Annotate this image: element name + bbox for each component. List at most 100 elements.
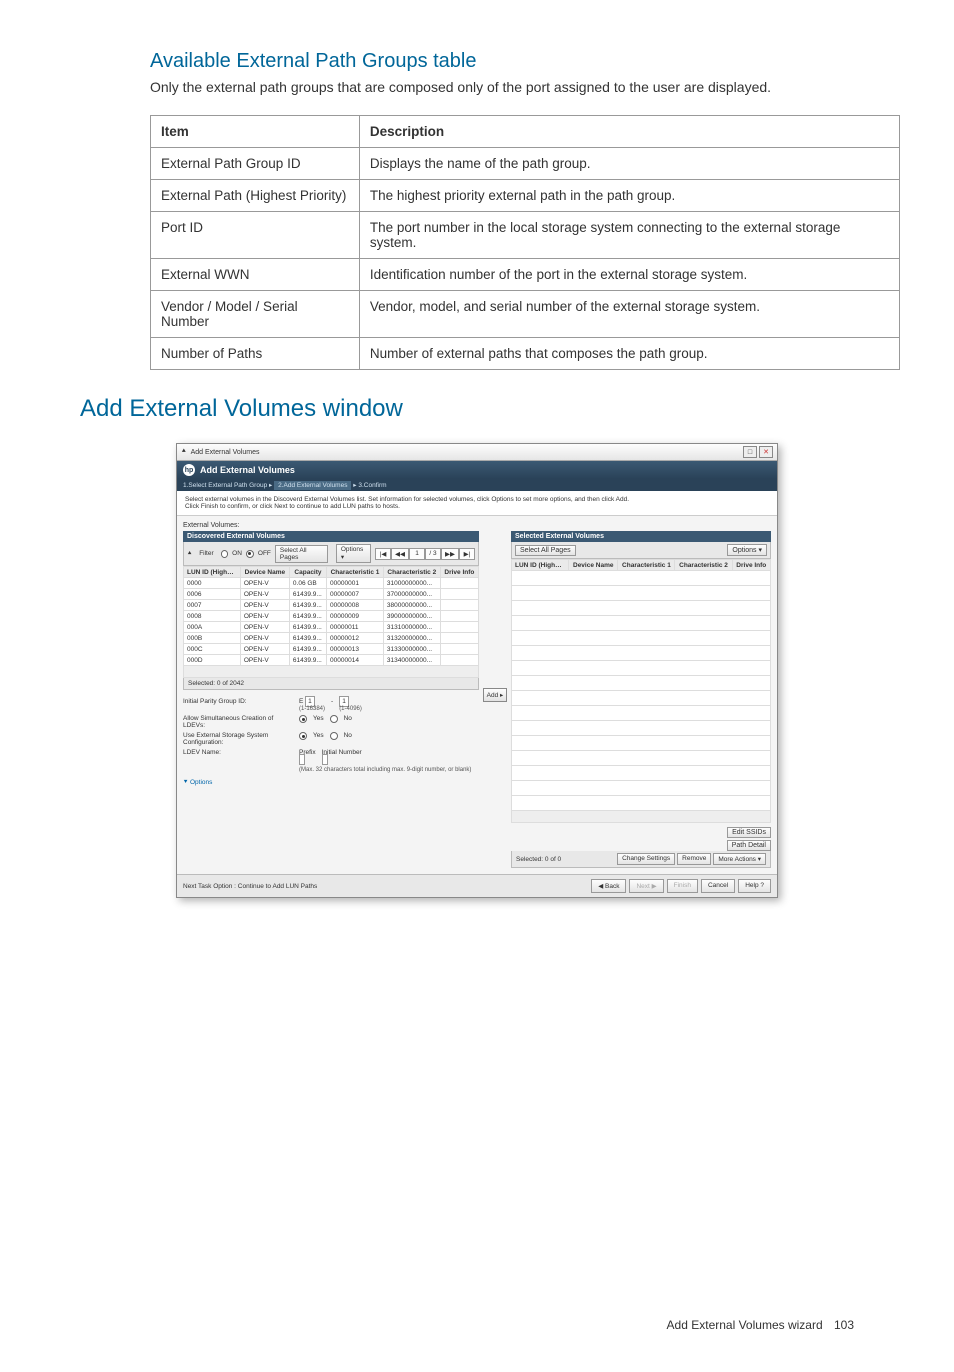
pager-next[interactable]: ▶▶	[441, 548, 459, 560]
grid-column-header[interactable]: Characteristic 1	[327, 567, 384, 578]
grid-row[interactable]: 0006OPEN-V61439.9...0000000737000000000.…	[184, 589, 479, 600]
add-button[interactable]: Add ▸	[483, 688, 507, 702]
grid-cell: OPEN-V	[240, 633, 289, 644]
grid-column-header[interactable]: Device Name	[569, 560, 618, 571]
remove-button[interactable]: Remove	[677, 853, 711, 865]
grid-cell: 0006	[184, 589, 241, 600]
grid-cell: 0008	[184, 611, 241, 622]
more-actions-button[interactable]: More Actions ▾	[713, 853, 766, 865]
grid-column-header[interactable]: Capacity	[289, 567, 326, 578]
pager-current[interactable]: 1	[409, 548, 425, 560]
options-expand-link[interactable]: ⯆ Options	[183, 779, 479, 787]
table-row: External WWNIdentification number of the…	[151, 259, 900, 291]
grid-column-header[interactable]: Characteristic 2	[675, 560, 732, 571]
grid-empty-row	[512, 721, 771, 736]
table-cell: Displays the name of the path group.	[359, 148, 899, 180]
simultaneous-no-radio[interactable]	[330, 715, 338, 723]
grid-row[interactable]: 0007OPEN-V61439.9...0000000838000000000.…	[184, 600, 479, 611]
grid-cell: 000A	[184, 622, 241, 633]
use-ext-no: No	[344, 732, 352, 739]
table-cell: External Path (Highest Priority)	[151, 180, 360, 212]
grid-column-header[interactable]: Characteristic 2	[383, 567, 440, 578]
horizontal-scrollbar[interactable]	[512, 811, 771, 823]
options-button[interactable]: Options ▾	[336, 544, 371, 563]
grid-cell: 61439.9...	[289, 644, 326, 655]
grid-column-header[interactable]: Device Name	[240, 567, 289, 578]
pager-total: / 3	[425, 548, 441, 560]
pager-prev[interactable]: ◀◀	[391, 548, 409, 560]
path-detail-button[interactable]: Path Detail	[727, 840, 771, 851]
use-ext-yes-radio[interactable]	[299, 732, 307, 740]
grid-cell	[440, 611, 478, 622]
ldev-prefix-input[interactable]	[299, 754, 305, 765]
grid-row[interactable]: 0000OPEN-V0.06 GB0000000131000000000...	[184, 578, 479, 589]
grid-cell: 37000000000...	[383, 589, 440, 600]
grid-cell: 31330000000...	[383, 644, 440, 655]
close-button[interactable]: ✕	[759, 446, 773, 458]
back-button[interactable]: ◀ Back	[591, 879, 626, 893]
ldev-initnum-label: Initial Number	[322, 749, 362, 756]
grid-row[interactable]: 000BOPEN-V61439.9...0000001231320000000.…	[184, 633, 479, 644]
grid-row[interactable]: 0008OPEN-V61439.9...0000000939000000000.…	[184, 611, 479, 622]
grid-cell: 61439.9...	[289, 622, 326, 633]
grid-row[interactable]: 000AOPEN-V61439.9...0000001131310000000.…	[184, 622, 479, 633]
right-select-all-pages[interactable]: Select All Pages	[515, 545, 576, 556]
use-ext-yes: Yes	[313, 732, 324, 739]
grid-column-header[interactable]: LUN ID (Highest Priority)	[184, 567, 241, 578]
table-cell: Identification number of the port in the…	[359, 259, 899, 291]
simultaneous-yes-radio[interactable]	[299, 715, 307, 723]
change-settings-button[interactable]: Change Settings	[617, 853, 675, 865]
help-button[interactable]: Help ?	[738, 879, 771, 893]
grid-cell	[440, 600, 478, 611]
grid-cell: 000C	[184, 644, 241, 655]
selected-volumes-grid: LUN ID (Highest Priority)Device NameChar…	[511, 559, 771, 823]
grid-cell: 61439.9...	[289, 600, 326, 611]
filter-on-radio[interactable]	[221, 550, 228, 558]
dialog-title: Add External Volumes	[200, 465, 295, 475]
grid-empty-row	[512, 661, 771, 676]
grid-column-header[interactable]: Drive Info	[732, 560, 770, 571]
grid-column-header[interactable]: LUN ID (Highest Priority)	[512, 560, 569, 571]
select-all-pages-button[interactable]: Select All Pages	[275, 545, 328, 563]
grid-column-header[interactable]: Characteristic 1	[618, 560, 675, 571]
ldev-name-label: LDEV Name:	[183, 749, 293, 756]
right-options-button[interactable]: Options ▾	[727, 544, 767, 556]
ldev-initnum-input[interactable]	[322, 754, 328, 765]
filter-off-radio[interactable]	[246, 550, 254, 558]
expand-icon[interactable]: ⯅	[181, 448, 187, 456]
grid-row[interactable]: 000DOPEN-V61439.9...0000001431340000000.…	[184, 655, 479, 666]
step-3: 3.Confirm	[358, 482, 386, 489]
finish-button[interactable]: Finish	[667, 879, 698, 893]
table-row: Vendor / Model / Serial NumberVendor, mo…	[151, 291, 900, 338]
breadcrumb-sep: ▸	[269, 482, 272, 489]
horizontal-scrollbar[interactable]	[184, 666, 479, 678]
parity-sep: -	[331, 698, 333, 705]
grid-row[interactable]: 000COPEN-V61439.9...0000001331330000000.…	[184, 644, 479, 655]
filter-icon[interactable]: ⯅	[187, 550, 192, 558]
use-ext-no-radio[interactable]	[330, 732, 338, 740]
grid-column-header[interactable]: Drive Info	[440, 567, 478, 578]
grid-empty-row	[512, 646, 771, 661]
grid-cell: 31310000000...	[383, 622, 440, 633]
table-cell: Vendor / Model / Serial Number	[151, 291, 360, 338]
parity-range-2: (1-4096)	[339, 706, 362, 712]
maximize-button[interactable]: □	[743, 446, 757, 458]
titlebar-text: Add External Volumes	[191, 449, 260, 456]
grid-cell	[440, 644, 478, 655]
edit-ssids-button[interactable]: Edit SSIDs	[727, 827, 771, 838]
cancel-button[interactable]: Cancel	[701, 879, 735, 893]
pager-last[interactable]: ▶|	[459, 548, 475, 560]
step-2-active: 2.Add External Volumes	[274, 481, 351, 490]
grid-cell: 000B	[184, 633, 241, 644]
table-row: Port IDThe port number in the local stor…	[151, 212, 900, 259]
table-header-item: Item	[151, 116, 360, 148]
instructions: Select external volumes in the Discoverd…	[177, 491, 777, 516]
section-description: Only the external path groups that are c…	[150, 79, 874, 95]
table-row: External Path Group IDDisplays the name …	[151, 148, 900, 180]
next-button[interactable]: Next ▶	[629, 879, 663, 893]
external-volumes-label: External Volumes:	[183, 522, 479, 529]
grid-cell: OPEN-V	[240, 622, 289, 633]
use-ext-label: Use External Storage System Configuratio…	[183, 732, 293, 746]
grid-cell: 00000011	[327, 622, 384, 633]
pager-first[interactable]: |◀	[375, 548, 391, 560]
